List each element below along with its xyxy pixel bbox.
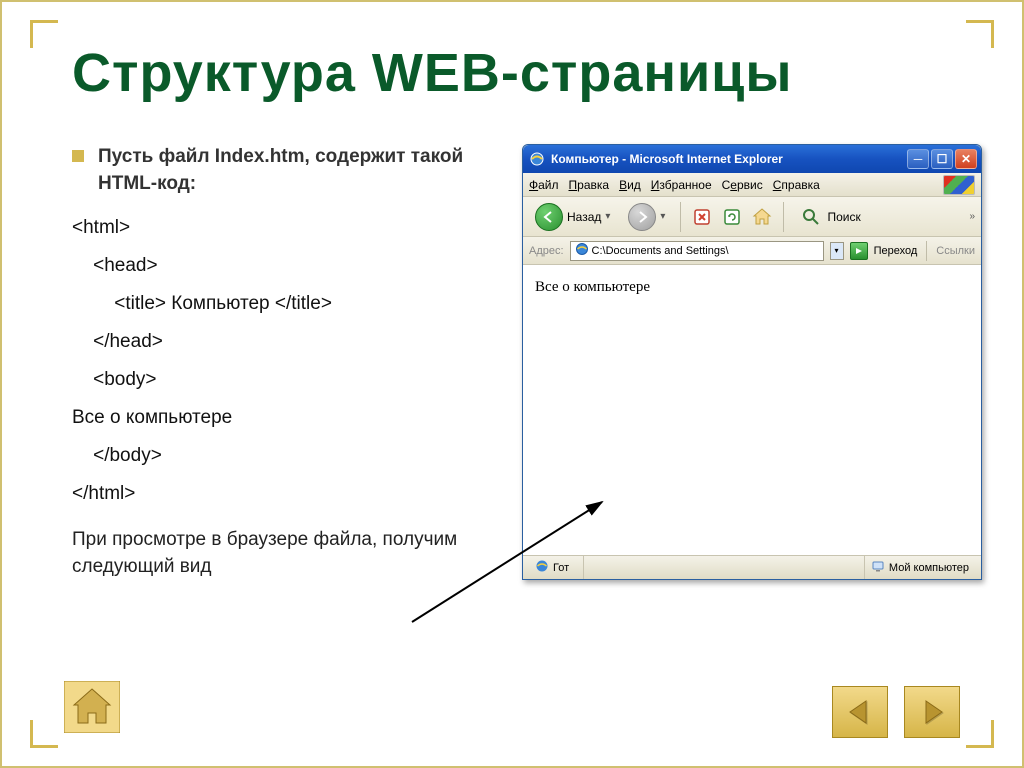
page-icon	[575, 242, 589, 259]
menu-favorites[interactable]: Избранное	[651, 178, 712, 192]
address-input[interactable]: C:\Documents and Settings\	[570, 241, 824, 261]
intro-text: Пусть файл Index.htm, содержит такой HTM…	[98, 144, 492, 197]
next-slide-button[interactable]	[904, 686, 960, 738]
forward-arrow-icon	[628, 203, 656, 231]
search-button[interactable]: Поиск	[793, 202, 866, 232]
code-line: <body>	[72, 361, 492, 399]
menubar: Файл Правка Вид Избранное Сервис Справка	[523, 173, 981, 197]
code-line: <head>	[72, 247, 492, 285]
links-label[interactable]: Ссылки	[936, 245, 975, 257]
address-dropdown[interactable]: ▾	[830, 242, 844, 260]
menu-tools[interactable]: Сервис	[722, 178, 763, 192]
addrbar-separator	[926, 241, 927, 261]
code-line: <title> Компьютер </title>	[72, 285, 492, 323]
corner-decoration	[30, 720, 58, 748]
go-button[interactable]	[850, 242, 868, 260]
browser-viewport: Все о компьютере	[523, 265, 981, 555]
code-block: <html> <head> <title> Компьютер </title>…	[72, 209, 492, 513]
menu-file[interactable]: Файл	[529, 178, 559, 192]
forward-button[interactable]: ▾	[622, 200, 671, 234]
search-label: Поиск	[827, 210, 860, 224]
menu-view[interactable]: Вид	[619, 178, 641, 192]
code-line: </html>	[72, 475, 492, 513]
prev-slide-button[interactable]	[832, 686, 888, 738]
toolbar-separator	[680, 202, 681, 232]
address-value: C:\Documents and Settings\	[592, 245, 729, 257]
code-line: </head>	[72, 323, 492, 361]
code-line: Все о компьютере	[72, 399, 492, 437]
status-left: Гот	[529, 556, 575, 579]
page-body-text: Все о компьютере	[535, 279, 650, 295]
maximize-button[interactable]: ☐	[931, 149, 953, 169]
ie-small-icon	[535, 559, 549, 576]
window-title: Компьютер - Microsoft Internet Explorer	[551, 152, 907, 166]
status-right: Мой компьютер	[864, 556, 975, 579]
minimize-button[interactable]: ─	[907, 149, 929, 169]
menu-help[interactable]: Справка	[773, 178, 820, 192]
back-label: Назад	[567, 210, 601, 224]
outro-text: При просмотре в браузере файла, получим …	[72, 527, 492, 580]
back-arrow-icon	[535, 203, 563, 231]
code-line: <html>	[72, 209, 492, 247]
ie-window: Компьютер - Microsoft Internet Explorer …	[522, 144, 982, 580]
left-column: Пусть файл Index.htm, содержит такой HTM…	[72, 144, 492, 580]
status-text-right: Мой компьютер	[889, 562, 969, 574]
corner-decoration	[966, 20, 994, 48]
chevron-down-icon: ▾	[605, 211, 610, 222]
my-computer-icon	[871, 559, 885, 576]
close-button[interactable]: ✕	[955, 149, 977, 169]
address-bar: Адрес: C:\Documents and Settings\ ▾ Пере…	[523, 237, 981, 265]
search-icon	[799, 205, 823, 229]
status-text-left: Гот	[553, 562, 569, 574]
browser-mock: Компьютер - Microsoft Internet Explorer …	[522, 144, 982, 580]
stop-icon[interactable]	[690, 205, 714, 229]
toolbar: Назад ▾ ▾	[523, 197, 981, 237]
toolbar-separator	[783, 202, 784, 232]
titlebar: Компьютер - Microsoft Internet Explorer …	[523, 145, 981, 173]
back-button[interactable]: Назад ▾	[529, 200, 616, 234]
statusbar: Гот Мой компьютер	[523, 555, 981, 579]
refresh-icon[interactable]	[720, 205, 744, 229]
ie-logo-icon	[529, 151, 545, 167]
slide-title: Структура WEB-страницы	[72, 42, 982, 104]
toolbar-overflow-icon[interactable]: »	[969, 211, 975, 222]
home-nav-button[interactable]	[64, 681, 120, 738]
windows-flag-icon	[943, 175, 975, 195]
bullet-icon	[72, 150, 84, 162]
code-line: </body>	[72, 437, 492, 475]
home-icon[interactable]	[750, 205, 774, 229]
status-spacer	[583, 556, 856, 579]
corner-decoration	[30, 20, 58, 48]
corner-decoration	[966, 720, 994, 748]
menu-edit[interactable]: Правка	[569, 178, 610, 192]
bullet-item: Пусть файл Index.htm, содержит такой HTM…	[72, 144, 492, 197]
go-label: Переход	[874, 245, 918, 257]
address-label: Адрес:	[529, 245, 564, 257]
chevron-down-icon: ▾	[660, 211, 665, 222]
